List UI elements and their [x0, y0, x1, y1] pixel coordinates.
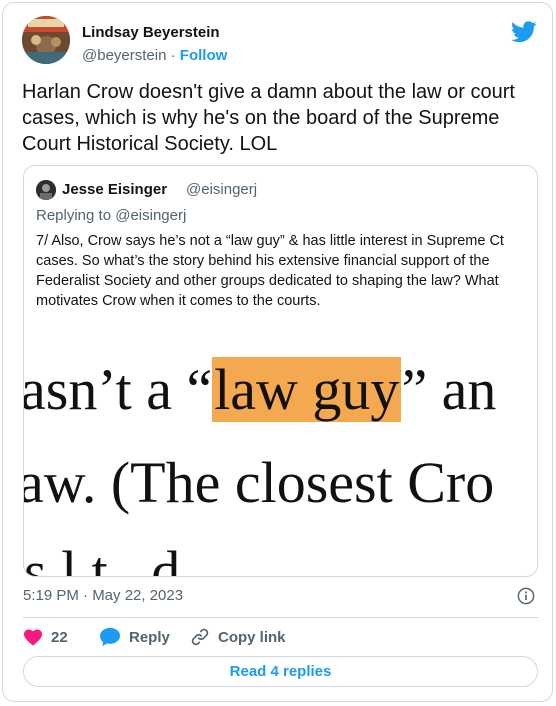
copy-link-label: Copy link	[218, 628, 286, 646]
image-text-line-3: s l t , d ,	[24, 539, 210, 577]
quoted-author-name: Jesse Eisinger	[62, 181, 168, 198]
image-text-before: asn’t a “	[24, 357, 213, 422]
divider	[23, 617, 538, 618]
tweet-timestamp[interactable]: 5:19 PM · May 22, 2023	[23, 587, 183, 604]
quoted-tweet[interactable]: Jesse Eisinger @eisingerj Replying to @e…	[23, 165, 538, 577]
handle-separator: ·	[170, 47, 176, 64]
quoted-replying-to: Replying to @eisingerj	[36, 207, 187, 224]
author-handle-row: @beyerstein · Follow	[82, 47, 227, 64]
tweet-text: Harlan Crow doesn't give a damn about th…	[22, 81, 515, 155]
image-text-after: ” an	[401, 357, 497, 422]
quoted-author-handle: @eisingerj	[186, 181, 258, 198]
image-text-line-1: asn’t a “law guy” an	[24, 356, 496, 423]
twitter-bird-icon[interactable]	[511, 21, 537, 43]
tweet-header: Lindsay Beyerstein @beyerstein · Follow	[22, 16, 537, 66]
tweet-card: Lindsay Beyerstein @beyerstein · Follow …	[2, 2, 553, 702]
author-avatar[interactable]	[22, 16, 70, 64]
follow-button[interactable]: Follow	[180, 47, 228, 64]
image-text-line-2: aw. (The closest Cro	[24, 450, 495, 515]
like-count: 22	[51, 628, 68, 646]
reply-label: Reply	[129, 628, 170, 646]
info-icon[interactable]	[517, 587, 535, 605]
read-replies-button[interactable]: Read 4 replies	[23, 656, 538, 687]
like-button[interactable]: 22	[23, 626, 68, 648]
image-text-highlight: law guy	[212, 357, 402, 422]
author-name[interactable]: Lindsay Beyerstein	[82, 24, 220, 41]
quoted-avatar	[36, 180, 56, 200]
reply-bubble-icon	[100, 627, 120, 647]
author-handle[interactable]: @beyerstein	[82, 47, 166, 64]
copy-link-button[interactable]: Copy link	[190, 626, 286, 648]
quoted-text: 7/ Also, Crow says he’s not a “law guy” …	[36, 233, 504, 309]
link-icon	[191, 628, 209, 646]
heart-icon	[24, 629, 42, 646]
reply-button[interactable]: Reply	[99, 626, 170, 648]
quoted-image[interactable]: asn’t a “law guy” an aw. (The closest Cr…	[24, 326, 537, 577]
